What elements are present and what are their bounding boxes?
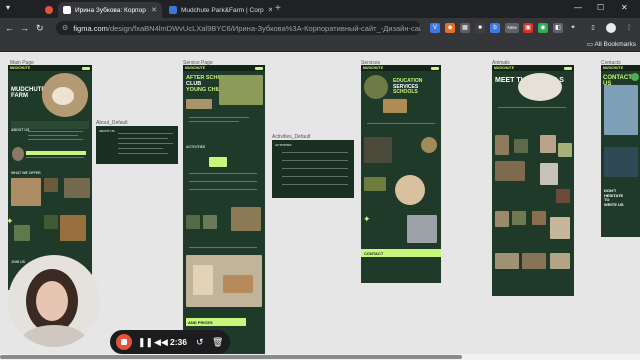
site-favicon-icon	[169, 6, 177, 14]
close-window-icon[interactable]: ✕	[621, 3, 628, 12]
webcam-overlay	[8, 255, 100, 347]
about-photo	[12, 147, 24, 161]
site-info-icon[interactable]: ⚙	[62, 24, 68, 32]
close-tab-icon[interactable]: ✕	[264, 6, 272, 14]
stop-recording-button[interactable]	[116, 334, 132, 350]
main-join-heading: JOIN US	[11, 260, 26, 264]
bookmarks-bar: ▭ All Bookmarks	[0, 38, 640, 52]
animals-frame[interactable]: MUDCHUTE MEET THE ANIMALS	[492, 65, 574, 296]
offer-photo-3	[64, 178, 90, 198]
offer-photo-1	[11, 178, 41, 206]
activities-default-frame[interactable]: ACTIVITIES	[272, 140, 354, 198]
sparkle-icon: ✦	[8, 216, 14, 226]
cow-photo	[364, 137, 392, 163]
close-tab-icon[interactable]: ✕	[147, 6, 157, 14]
profile-avatar[interactable]	[606, 23, 616, 33]
chick-photo	[395, 175, 425, 205]
recording-dot-icon	[45, 6, 53, 14]
services-frame[interactable]: MUDCHUTE EDUCATION SERVICES SCHOOLS ✦ CO…	[361, 65, 441, 283]
tab-mudchute-title: Mudchute Park&Farm | Corp	[181, 6, 264, 14]
reload-icon[interactable]: ↻	[36, 23, 44, 33]
tab-pinned-recording[interactable]	[40, 2, 54, 18]
figma-icon	[63, 6, 71, 14]
restart-icon[interactable]: ↺	[196, 336, 204, 348]
scrollbar-thumb[interactable]	[0, 355, 462, 359]
main-about-heading: ABOUT US	[11, 128, 30, 132]
about-default-frame[interactable]: ABOUT US	[96, 126, 178, 164]
service-activities-heading: ACTIVITIES	[186, 145, 206, 149]
forward-icon[interactable]: →	[20, 23, 29, 33]
offer-photo-2	[44, 178, 58, 192]
contacts-frame[interactable]: MUDCHUTE CONTACT US DON'T HESITATE TO WR…	[601, 65, 640, 237]
extension-grid-icon[interactable]: ▦	[460, 23, 470, 33]
extension-new-badge[interactable]: New	[505, 23, 519, 33]
extension-shield-icon[interactable]: V	[430, 23, 440, 33]
tab-figma[interactable]: Ирина Зубкова: Корпор ✕	[58, 2, 162, 18]
back-icon[interactable]: ←	[5, 23, 14, 33]
service-page-frame[interactable]: MUDCHUTE AFTER SCHOOL CLUB YOUNG CHILDRE…	[183, 65, 265, 354]
city-photo	[604, 85, 638, 135]
main-what-heading: WHAT WE OFFER	[11, 171, 41, 175]
extensions-puzzle-icon[interactable]: ✦	[568, 23, 578, 33]
frame-header: MUDCHUTE	[601, 65, 640, 71]
minimize-icon[interactable]: —	[574, 3, 582, 12]
new-tab-icon[interactable]: +	[275, 3, 281, 14]
frame-header: MUDCHUTE	[492, 65, 574, 71]
address-bar[interactable]: ⚙ figma.com /design/fxaBN4lmDWvUcLXal9BY…	[56, 21, 421, 35]
service-hero-photo	[219, 75, 263, 105]
recording-time: 2:36	[170, 337, 188, 347]
rewind-icon[interactable]: ◀◀	[154, 336, 168, 348]
sidebar-icon[interactable]: ▯	[588, 23, 598, 33]
canvas-scrollbar[interactable]	[0, 354, 640, 360]
extension-game-icon[interactable]: ■	[475, 23, 485, 33]
presenter-face	[36, 281, 68, 321]
frame-header: MUDCHUTE	[361, 65, 441, 71]
service-prices-heading: AND PRICES	[188, 320, 213, 325]
maximize-icon[interactable]: ☐	[597, 3, 604, 12]
activity-photo	[231, 207, 261, 231]
extension-green-icon[interactable]: ◉	[538, 23, 548, 33]
extension-fox-icon[interactable]: ◆	[445, 23, 455, 33]
extension-red-icon[interactable]: ▣	[523, 23, 533, 33]
sheep-face-photo	[52, 87, 74, 105]
url-host: figma.com	[73, 23, 108, 33]
barn-photo	[407, 215, 437, 243]
tab-figma-title: Ирина Зубкова: Корпор	[75, 6, 146, 14]
browser-tab-strip: ▾ Ирина Зубкова: Корпор ✕ Mudchute Park&…	[0, 0, 640, 18]
tab-mudchute[interactable]: Mudchute Park&Farm | Corp ✕	[164, 2, 272, 18]
animals-hero-photo	[518, 73, 562, 101]
offer-photo-4	[44, 215, 58, 229]
all-bookmarks-button[interactable]: ▭ All Bookmarks	[587, 40, 636, 48]
offer-photo-6	[14, 225, 30, 241]
recording-controls: ❚❚ ◀◀ 2:36 ↺ 🗑	[110, 330, 230, 354]
extension-b-icon[interactable]: b	[490, 23, 500, 33]
sparkle-icon: ✦	[363, 214, 371, 224]
contacts-cta-title: DON'T HESITATE TO WRITE US	[604, 188, 624, 207]
frame-header: MUDCHUTE	[8, 65, 92, 71]
extension-gray-icon[interactable]: ◧	[553, 23, 563, 33]
services-hero-photo	[364, 75, 388, 99]
delete-icon[interactable]: 🗑	[212, 336, 223, 348]
pause-icon[interactable]: ❚❚	[138, 336, 153, 348]
browser-toolbar: ← → ↻ ⚙ figma.com /design/fxaBN4lmDWvUcL…	[0, 18, 640, 38]
services-contact-heading: CONTACT	[364, 251, 384, 256]
services-hero-title: EDUCATION SERVICES SCHOOLS	[393, 78, 423, 95]
map-image	[604, 147, 638, 177]
tab-search-icon[interactable]: ▾	[6, 3, 10, 12]
offer-photo-5	[60, 215, 86, 241]
frame-header: MUDCHUTE	[183, 65, 265, 71]
browser-menu-icon[interactable]: ⋮	[624, 23, 634, 33]
url-path: /design/fxaBN4lmDWvUcLXal9BYC6/Ирина-Зуб…	[107, 23, 421, 33]
